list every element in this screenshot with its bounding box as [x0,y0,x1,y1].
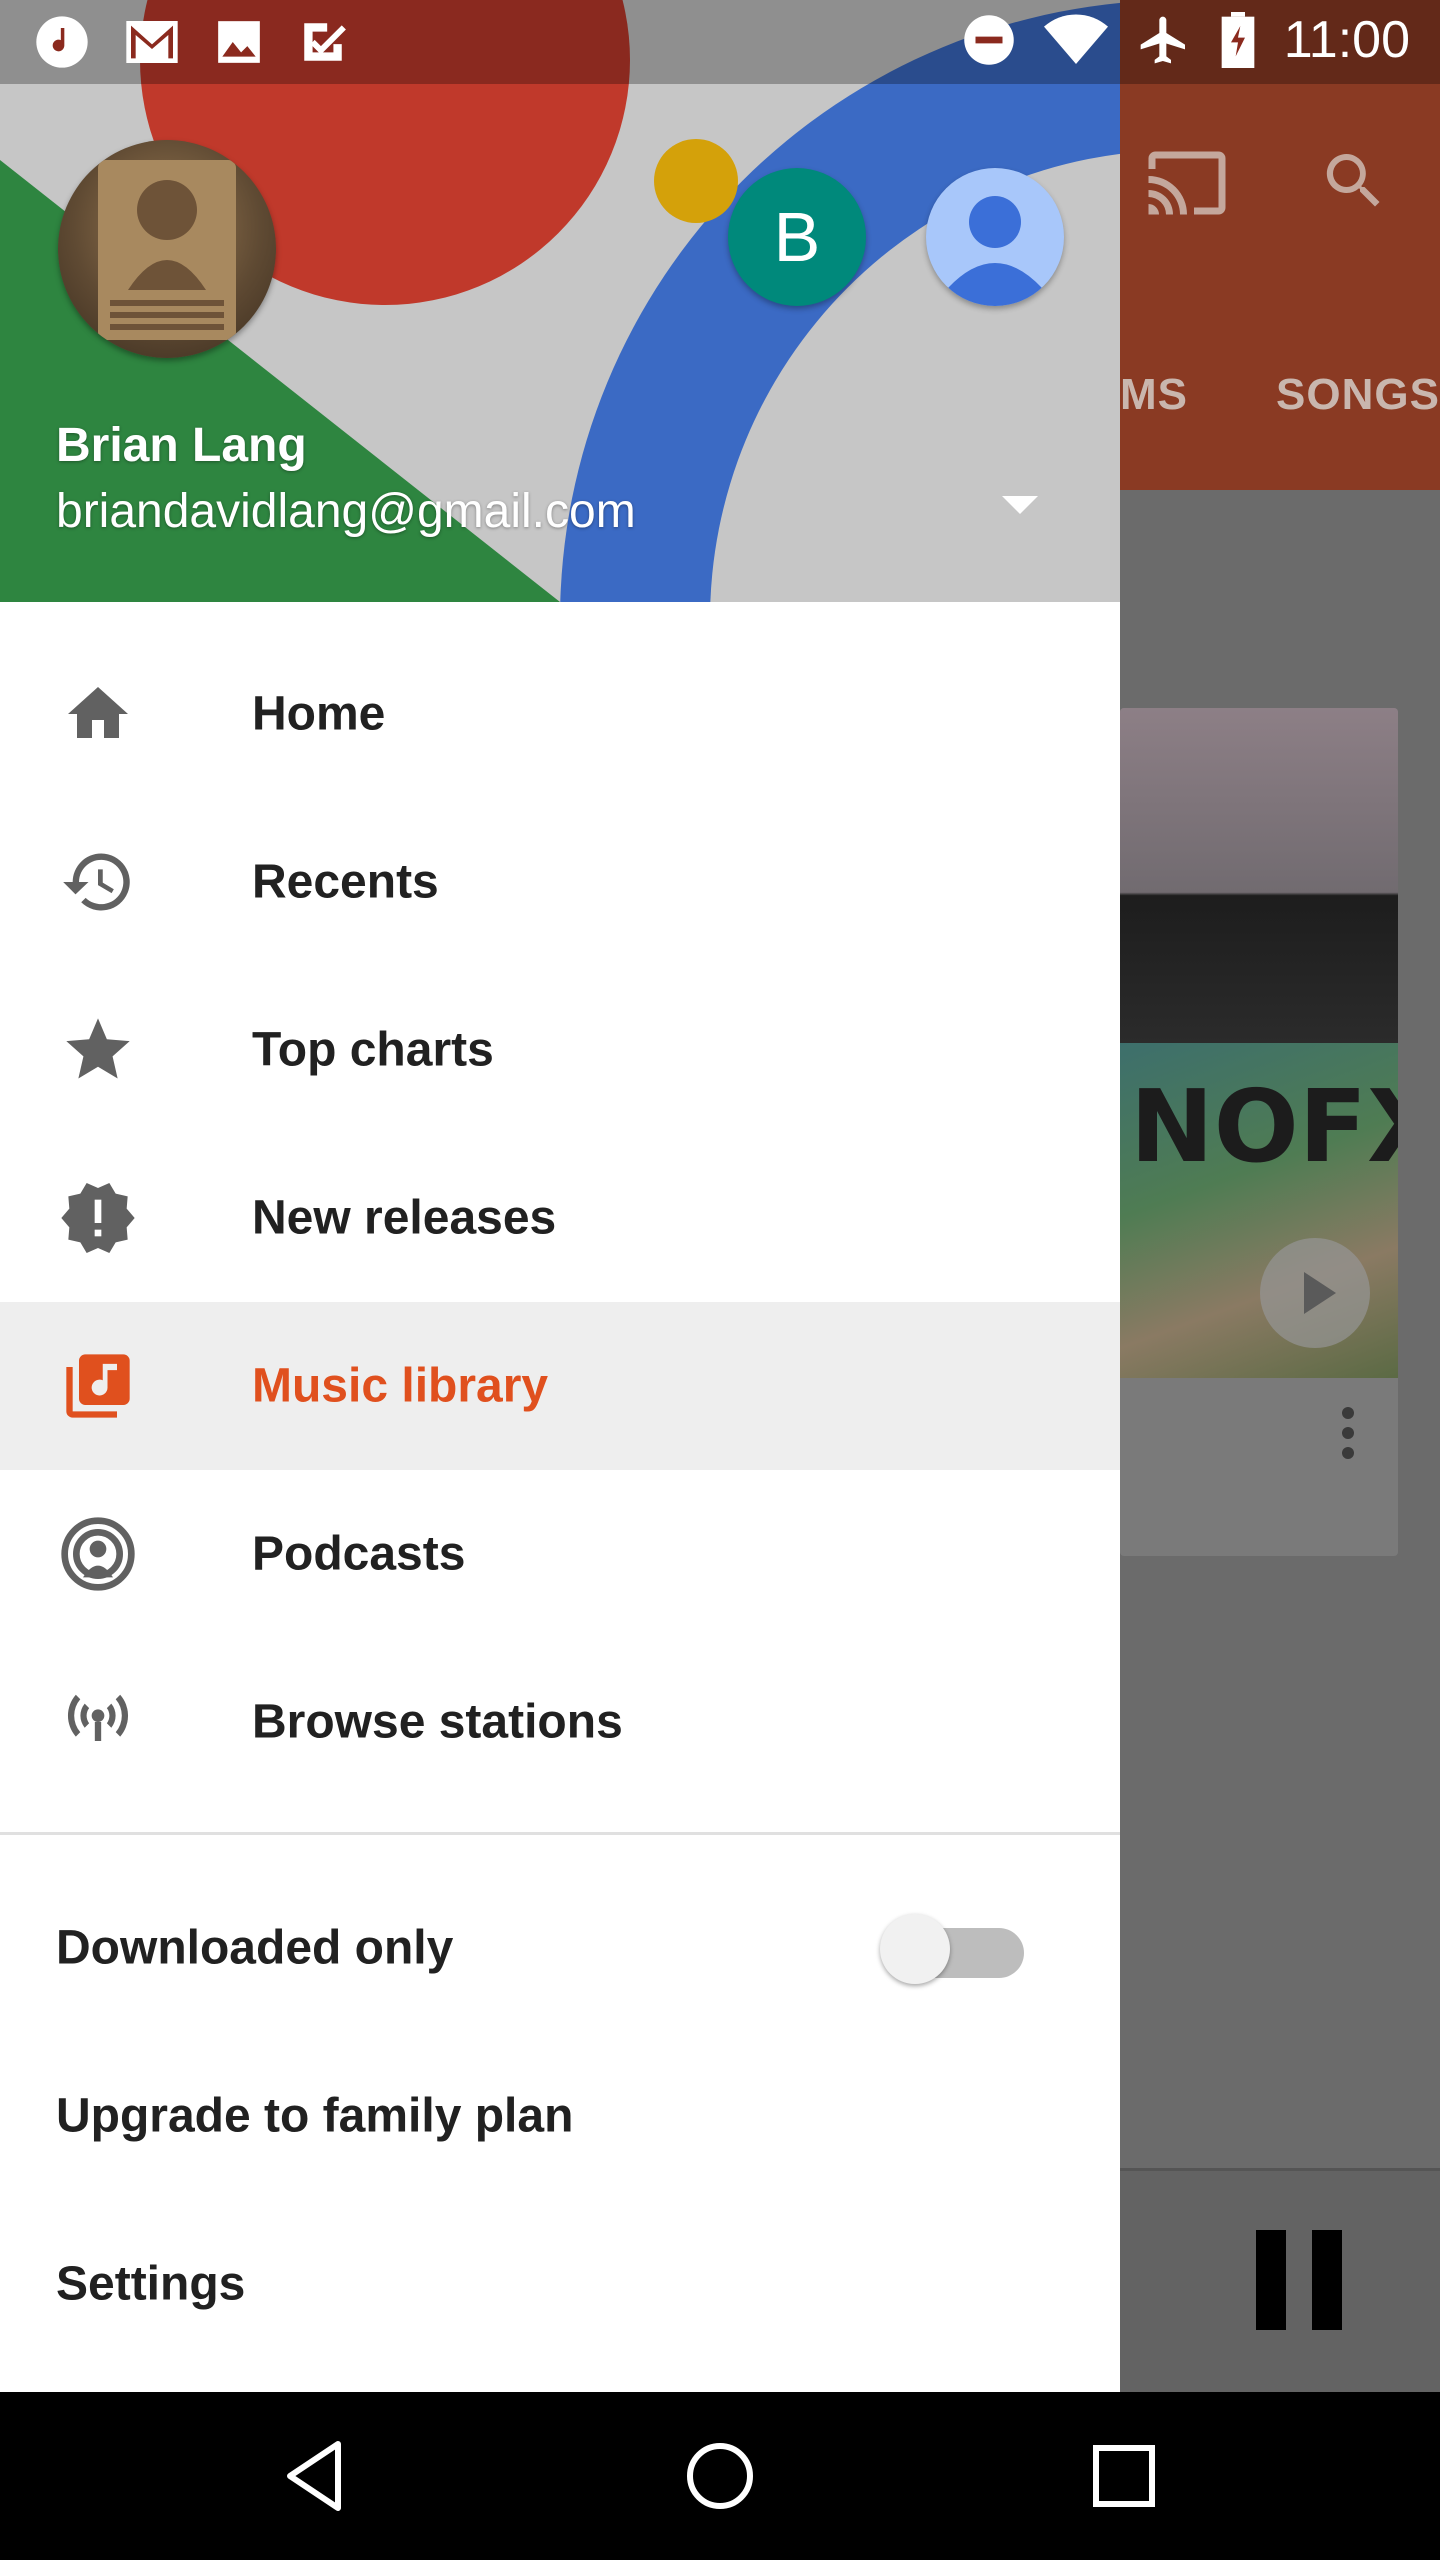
nav-item-podcasts[interactable]: Podcasts [0,1470,1120,1638]
music-note-icon [36,16,88,68]
nav-item-label: Recents [252,855,439,909]
cast-icon [1148,151,1226,215]
library-music-icon [56,1344,140,1428]
home-button-icon[interactable] [680,2436,760,2516]
home-icon [56,672,140,756]
downloaded-only-label: Downloaded only [56,1921,454,1975]
background-tabs: MS SONGS [1120,370,1440,440]
airplane-icon [1140,16,1185,64]
search-icon [1326,154,1380,207]
account-name: Brian Lang [56,419,307,472]
account-email: briandavidlang@gmail.com [56,485,636,538]
person-icon [948,196,1042,306]
nav-item-label: New releases [252,1191,557,1245]
nav-item-label: Home [252,687,386,741]
secondary-account-avatar[interactable]: B [728,168,866,306]
system-icons: 11:00 [962,10,1410,70]
downloaded-only-toggle[interactable] [880,1908,1030,1988]
account-dropdown-icon[interactable] [990,484,1050,524]
nav-list: Home Recents Top charts New releases Mus… [0,630,1120,1806]
drawer-divider [0,1832,1120,1835]
avatar-photo-icon [98,160,236,340]
upgrade-family-plan-item[interactable]: Upgrade to family plan [0,2032,1120,2200]
nav-item-home[interactable]: Home [0,630,1120,798]
album-art-top [1120,708,1398,1043]
pause-icon [1256,2230,1342,2330]
default-account-avatar[interactable] [926,168,1064,306]
nav-item-label: Podcasts [252,1527,466,1581]
notification-icons [34,14,348,70]
nav-item-label: Browse stations [252,1695,623,1749]
navigation-drawer: B Brian Lang briandavidlang@gmail.com Ho… [0,0,1120,2392]
nav-item-label: Top charts [252,1023,494,1077]
upgrade-family-plan-label: Upgrade to family plan [56,2089,574,2143]
album-art-text: NOFX [1130,1068,1398,1185]
wifi-icon [1043,14,1108,65]
status-bar: 11:00 [0,0,1440,84]
tasks-icon [304,23,346,61]
tab-songs: SONGS [1276,370,1440,419]
more-vert-icon [1342,1407,1354,1459]
image-icon [218,21,260,63]
nav-item-label: Music library [252,1359,549,1413]
podcast-icon [56,1512,140,1596]
settings-item[interactable]: Settings [0,2200,1120,2368]
account-avatar[interactable] [58,140,276,358]
recent-apps-icon[interactable] [1084,2436,1164,2516]
album-card: NOFX [1120,708,1398,1556]
play-icon [1260,1238,1370,1348]
nav-item-new-releases[interactable]: New releases [0,1134,1120,1302]
settings-label: Settings [56,2257,246,2311]
account-header[interactable]: B Brian Lang briandavidlang@gmail.com [0,0,1120,602]
nav-item-top-charts[interactable]: Top charts [0,966,1120,1134]
star-icon [56,1008,140,1092]
battery-icon [1221,12,1255,68]
history-icon [56,840,140,924]
new-releases-icon [56,1176,140,1260]
radio-icon [56,1680,140,1764]
nav-item-music-library[interactable]: Music library [0,1302,1120,1470]
clock: 11:00 [1283,11,1410,69]
tab-albums: MS [1120,370,1188,419]
nav-item-browse-stations[interactable]: Browse stations [0,1638,1120,1806]
downloaded-only-row[interactable]: Downloaded only [0,1864,1120,2032]
system-navigation-bar [0,2392,1440,2560]
gmail-icon [126,21,178,63]
do-not-disturb-icon [963,15,1014,65]
back-icon[interactable] [276,2436,356,2516]
nav-item-recents[interactable]: Recents [0,798,1120,966]
toggle-thumb [880,1914,950,1984]
